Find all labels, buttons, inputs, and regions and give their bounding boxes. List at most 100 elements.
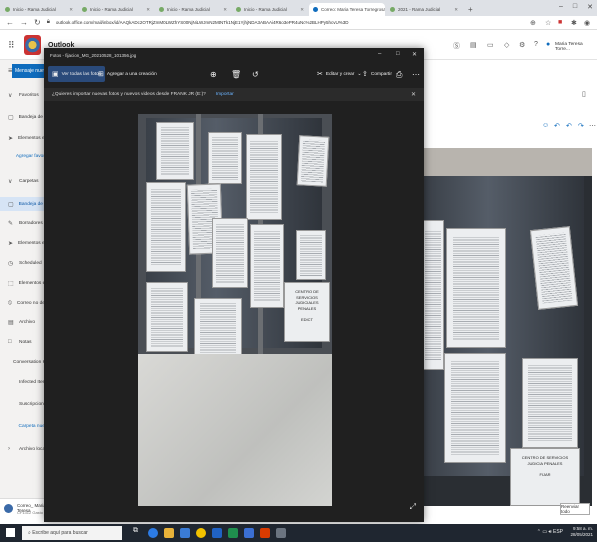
browser-tab[interactable]: Inicio - Rama Judicial ✕ — [78, 3, 154, 16]
expand-icon[interactable]: ⤢ — [410, 502, 416, 512]
posted-document — [446, 228, 506, 348]
sidebar-item[interactable]: □ Notas — [0, 335, 50, 349]
taskbar-search[interactable]: ⌕ Escribe aquí para buscar — [22, 526, 122, 540]
sidebar-item[interactable]: Infected Items — [0, 375, 50, 389]
zoom-icon[interactable]: ⊕ — [210, 70, 217, 79]
profile-icon[interactable]: ◉ — [584, 19, 590, 27]
nav-icon: □ — [8, 339, 12, 345]
reply-icon[interactable]: ↶ — [554, 122, 560, 130]
close-button[interactable]: ✕ — [587, 3, 593, 11]
minimize-button[interactable]: – — [559, 3, 563, 11]
sidebar-item[interactable]: ◷ Scheduled — [0, 256, 50, 270]
clock[interactable]: 9:58 a. m. 28/05/2021 — [570, 526, 593, 539]
print-icon[interactable]: ⎙ — [396, 70, 402, 80]
more-icon[interactable]: ⋯ — [589, 122, 596, 130]
skype-icon[interactable]: Ⓢ — [453, 41, 460, 51]
maximize-button[interactable]: □ — [573, 3, 577, 11]
tab-close-icon[interactable]: ✕ — [69, 7, 73, 13]
edit-create-button[interactable]: ✂ Editar y crear ⌄ — [317, 70, 361, 78]
system-tray[interactable]: ⌃ ▭ 🔊︎ ESP — [537, 529, 563, 535]
nav-section-header[interactable]: ∨ Carpetas — [0, 174, 50, 188]
forward-icon[interactable]: → — [20, 18, 28, 27]
posted-document — [156, 122, 194, 180]
add-creation-icon: ⊞ — [98, 71, 104, 78]
edit-icon: ✂ — [317, 71, 323, 78]
viewer-minimize-button[interactable]: – — [378, 51, 381, 57]
star-icon[interactable]: ☆ — [545, 19, 551, 27]
settings-icon[interactable]: ⚙ — [519, 41, 525, 49]
share-button[interactable]: ⇪ Compartir — [362, 70, 392, 78]
zoom-icon[interactable]: ⊕ — [530, 19, 536, 27]
sidebar-item[interactable]: Suscripciones — [0, 397, 50, 411]
new-tab-icon[interactable]: + — [468, 5, 473, 14]
sidebar-item[interactable]: ▤ Archivo — [0, 315, 50, 329]
tab-close-icon[interactable]: ✕ — [223, 7, 227, 13]
browser-tab[interactable]: Inicio - Rama Judicial ✕ — [1, 3, 77, 16]
reaction-icon[interactable]: ☺ — [542, 122, 549, 129]
extension-icon[interactable]: ■ — [558, 19, 562, 26]
browser-tab[interactable]: Inicio - Rama Judicial ✕ — [232, 3, 308, 16]
reading-pane-toggle-icon[interactable]: ▯ — [582, 90, 586, 98]
tab-close-icon[interactable]: ✕ — [146, 7, 150, 13]
nav-icon: ∨ — [8, 178, 13, 185]
windows-taskbar: ⌕ Escribe aquí para buscar ⧉ ⌃ ▭ 🔊︎ ESP … — [0, 524, 597, 542]
close-banner-icon[interactable]: ✕ — [411, 91, 416, 98]
browser-tab[interactable]: 2021 - Rama Judicial ✕ — [386, 3, 462, 16]
tab-favicon-icon — [390, 7, 395, 12]
sidebar-item[interactable]: ▢Bandeja de entrada — [0, 197, 50, 211]
sidebar-item[interactable]: ⬚Elementos eliminados — [0, 276, 50, 290]
sidebar-item[interactable]: ➤Elementos enviados — [0, 236, 50, 250]
chrome-icon[interactable] — [196, 528, 206, 538]
posted-document — [529, 226, 579, 310]
outlook-icon[interactable] — [244, 528, 254, 538]
sidebar-item[interactable]: ⦸Correo no deseado — [0, 296, 50, 310]
photos-icon: ▣ — [52, 71, 59, 78]
windows-start-icon[interactable] — [6, 528, 15, 537]
teams-icon[interactable]: ▤ — [470, 41, 477, 49]
nav-section-header[interactable]: ∨ Favoritos — [0, 88, 50, 102]
task-view-icon[interactable]: ⧉ — [133, 527, 143, 537]
word-icon[interactable] — [212, 528, 222, 538]
rotate-icon[interactable]: ↺ — [252, 70, 259, 79]
excel-icon[interactable] — [228, 528, 238, 538]
tips-icon[interactable]: ● — [546, 41, 550, 48]
calendar-icon[interactable]: ▭ — [487, 41, 494, 49]
reply-all-icon[interactable]: ↶ — [566, 122, 572, 130]
url-field[interactable]: outlook.office.com/mail/inbox/id/AAQkADc… — [56, 20, 496, 25]
photos-app-icon[interactable] — [276, 528, 286, 538]
sidebar-item[interactable]: ➤Elementos enviados — [0, 131, 50, 145]
reload-icon[interactable]: ↻ — [34, 18, 41, 27]
posted-document — [522, 358, 578, 448]
help-icon[interactable]: ? — [534, 41, 538, 48]
viewer-close-button[interactable]: ✕ — [412, 51, 417, 58]
edge-icon[interactable] — [148, 528, 158, 538]
tab-close-icon[interactable]: ✕ — [454, 7, 458, 13]
pdf-icon[interactable] — [260, 528, 270, 538]
see-all-photos-button[interactable]: ▣ Ver todas las fotos — [48, 66, 106, 82]
bell-icon[interactable]: ◇ — [504, 41, 509, 49]
sidebar-item[interactable]: › Archivo local — [0, 442, 50, 456]
puzzle-icon[interactable]: ✱ — [571, 19, 577, 27]
lock-icon[interactable]: 🔒︎ — [47, 19, 50, 26]
app-launcher-icon[interactable]: ⠿ — [8, 40, 15, 51]
more-options-icon[interactable]: ⋯ — [412, 70, 420, 79]
forward-all-button[interactable]: Reenviar todo — [560, 503, 590, 515]
tab-close-icon[interactable]: ✕ — [300, 7, 304, 13]
store-icon[interactable] — [180, 528, 190, 538]
user-name[interactable]: Maria Teresa Torre... — [555, 42, 597, 52]
import-link[interactable]: Importar — [216, 92, 234, 97]
delete-icon[interactable]: 🗑︎ — [231, 70, 241, 79]
sidebar-item[interactable]: Conversation History — [0, 355, 50, 369]
browser-tab-bar: Inicio - Rama Judicial ✕ Inicio - Rama Jud… — [0, 0, 597, 16]
back-icon[interactable]: ← — [6, 18, 14, 27]
viewer-maximize-button[interactable]: □ — [396, 51, 400, 57]
forward-icon[interactable]: ↷ — [578, 122, 584, 130]
sidebar-item[interactable]: Carpeta nueva — [0, 419, 50, 433]
sidebar-item[interactable]: ▢Bandeja de entrada — [0, 110, 50, 124]
browser-tab[interactable]: Inicio - Rama Judicial ✕ — [155, 3, 231, 16]
browser-tab[interactable]: Correo: Maria Teresa Torregrosa✕ — [309, 3, 385, 16]
sidebar-item[interactable]: Agregar favorito — [0, 149, 50, 163]
add-to-creation-button[interactable]: ⊞ Agregar a una creación — [98, 70, 157, 78]
file-explorer-icon[interactable] — [164, 528, 174, 538]
sidebar-item[interactable]: ✎ Borradores — [0, 216, 50, 230]
